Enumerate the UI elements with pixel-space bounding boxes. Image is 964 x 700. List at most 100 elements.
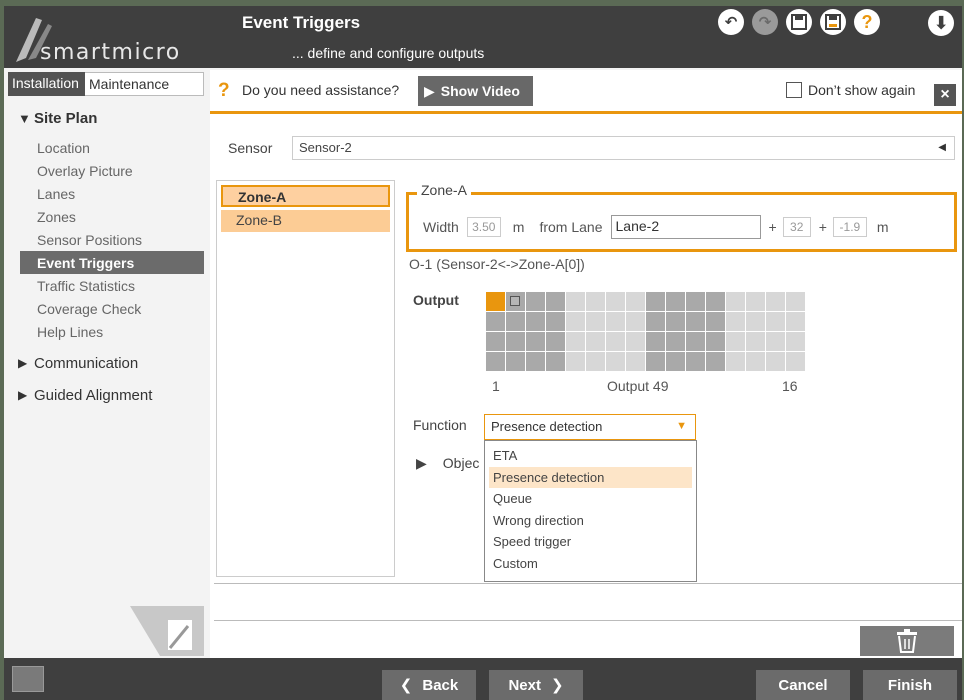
output-cell[interactable] (646, 332, 665, 351)
output-cell[interactable] (666, 332, 685, 351)
output-cell[interactable] (686, 292, 705, 311)
output-cell[interactable] (706, 292, 725, 311)
output-cell[interactable] (546, 352, 565, 371)
output-cell[interactable] (786, 292, 805, 311)
output-cell[interactable] (626, 352, 645, 371)
output-cell[interactable] (706, 332, 725, 351)
output-cell[interactable] (566, 352, 585, 371)
zone-item-b[interactable]: Zone-B (221, 210, 390, 232)
sidebar-item-sensor-positions[interactable]: Sensor Positions (8, 228, 204, 251)
next-button[interactable]: Next ❯ (489, 670, 583, 700)
output-cell[interactable] (566, 292, 585, 311)
output-cell[interactable] (526, 352, 545, 371)
output-cell[interactable] (586, 352, 605, 371)
dropdown-option-presence-detection[interactable]: Presence detection (489, 466, 692, 488)
output-cell[interactable] (606, 332, 625, 351)
dropdown-option-wrong-direction[interactable]: Wrong direction (489, 510, 692, 532)
offset-field-2[interactable]: -1.9 (832, 217, 867, 237)
output-cell[interactable] (746, 312, 765, 331)
output-cell[interactable] (786, 312, 805, 331)
output-cell[interactable] (506, 292, 525, 311)
output-cell[interactable] (606, 352, 625, 371)
output-cell[interactable] (766, 292, 785, 311)
close-assistance-button[interactable]: × (934, 84, 956, 106)
output-cell[interactable] (566, 312, 585, 331)
save-as-icon[interactable] (820, 9, 846, 35)
sidebar-item-location[interactable]: Location (8, 136, 204, 159)
output-cell[interactable] (486, 332, 505, 351)
undo-icon[interactable]: ↶ (718, 9, 744, 35)
output-cell[interactable] (506, 312, 525, 331)
sidebar-item-overlay-picture[interactable]: Overlay Picture (8, 159, 204, 182)
output-cell[interactable] (686, 332, 705, 351)
finish-button[interactable]: Finish (863, 670, 957, 700)
dropdown-option-speed-trigger[interactable]: Speed trigger (489, 531, 692, 553)
lane-input[interactable]: Lane-2 (610, 215, 761, 239)
output-cell[interactable] (586, 332, 605, 351)
sidebar-item-traffic-statistics[interactable]: Traffic Statistics (8, 274, 204, 297)
output-cell[interactable] (706, 352, 725, 371)
sidebar-item-help-lines[interactable]: Help Lines (8, 320, 204, 343)
width-field[interactable]: 3.50 (466, 217, 501, 237)
output-cell[interactable] (486, 352, 505, 371)
dont-show-again-toggle[interactable]: Don’t show again (786, 82, 915, 98)
output-cell[interactable] (666, 352, 685, 371)
output-cell[interactable] (566, 332, 585, 351)
output-cell[interactable] (726, 312, 745, 331)
output-cell[interactable] (746, 292, 765, 311)
cancel-button[interactable]: Cancel (756, 670, 850, 700)
output-cell[interactable] (766, 352, 785, 371)
tab-maintenance[interactable]: Maintenance (85, 72, 204, 96)
output-cell[interactable] (766, 332, 785, 351)
save-icon[interactable] (786, 9, 812, 35)
menu-icon[interactable] (12, 666, 44, 692)
sensor-select[interactable]: Sensor-2 ◀ (292, 136, 955, 160)
output-cell[interactable] (626, 312, 645, 331)
output-cell[interactable] (546, 332, 565, 351)
output-cell[interactable] (746, 352, 765, 371)
output-cell[interactable] (686, 312, 705, 331)
output-cell[interactable] (726, 352, 745, 371)
output-cell[interactable] (486, 312, 505, 331)
output-cell[interactable] (666, 312, 685, 331)
object-row[interactable]: ▶ Objec (416, 455, 479, 472)
output-cell[interactable] (526, 312, 545, 331)
output-cell[interactable] (626, 332, 645, 351)
output-cell[interactable] (486, 292, 505, 311)
output-cell[interactable] (646, 312, 665, 331)
output-cell[interactable] (626, 292, 645, 311)
delete-button[interactable] (860, 626, 954, 656)
output-cell[interactable] (586, 312, 605, 331)
dropdown-option-queue[interactable]: Queue (489, 488, 692, 510)
show-video-button[interactable]: ▶ Show Video (418, 76, 533, 106)
output-cell[interactable] (606, 292, 625, 311)
function-select[interactable]: Presence detection ▼ (484, 414, 696, 440)
help-icon[interactable]: ? (854, 9, 880, 35)
output-cell[interactable] (666, 292, 685, 311)
output-cell[interactable] (786, 352, 805, 371)
output-cell[interactable] (706, 312, 725, 331)
output-cell[interactable] (526, 292, 545, 311)
nav-section-guided-alignment[interactable]: ▶ Guided Alignment (8, 383, 204, 407)
output-cell[interactable] (786, 332, 805, 351)
output-cell[interactable] (646, 352, 665, 371)
dropdown-option-custom[interactable]: Custom (489, 553, 692, 575)
zone-item-a[interactable]: Zone-A (221, 185, 390, 207)
dont-show-checkbox[interactable] (786, 82, 802, 98)
output-cell[interactable] (546, 292, 565, 311)
download-icon[interactable]: ⬇ (928, 10, 954, 36)
output-cell[interactable] (546, 312, 565, 331)
output-cell[interactable] (506, 352, 525, 371)
sidebar-item-lanes[interactable]: Lanes (8, 182, 204, 205)
output-cell[interactable] (586, 292, 605, 311)
back-button[interactable]: ❮ Back (382, 670, 476, 700)
output-cell[interactable] (526, 332, 545, 351)
output-cell[interactable] (686, 352, 705, 371)
output-cell[interactable] (766, 312, 785, 331)
nav-section-communication[interactable]: ▶ Communication (8, 351, 204, 375)
output-cell[interactable] (726, 332, 745, 351)
output-cell[interactable] (506, 332, 525, 351)
output-cell[interactable] (606, 312, 625, 331)
sidebar-item-zones[interactable]: Zones (8, 205, 204, 228)
nav-section-site-plan[interactable]: ▼ Site Plan (8, 106, 204, 130)
